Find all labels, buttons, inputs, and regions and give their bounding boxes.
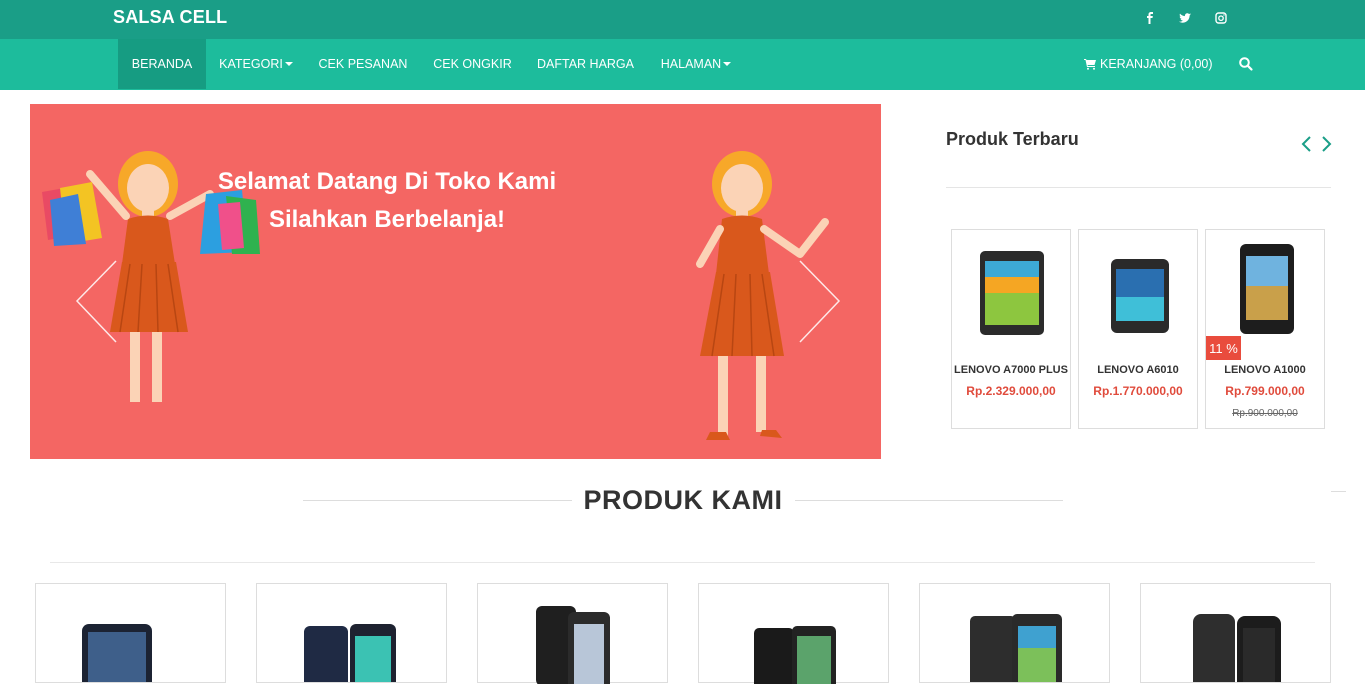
product-price: Rp.799.000,00: [1225, 384, 1305, 398]
product-card[interactable]: [256, 583, 447, 683]
caret-down-icon: [284, 62, 293, 66]
divider: [946, 187, 1331, 188]
divider: [1331, 491, 1346, 492]
product-image: [1240, 244, 1294, 334]
nav-label: KATEGORI: [219, 57, 283, 71]
nav-item-cek-pesanan[interactable]: CEK PESANAN: [306, 39, 420, 89]
latest-next-icon[interactable]: [1319, 135, 1333, 153]
latest-product-card[interactable]: LENOVO A7000 PLUS Rp.2.329.000,00: [951, 229, 1071, 429]
brand-logo[interactable]: SALSA CELL: [113, 7, 227, 28]
cart-label: KERANJANG (0,00): [1100, 57, 1213, 71]
discount-badge: 11 %: [1206, 336, 1241, 360]
nav-label: BERANDA: [131, 57, 193, 71]
latest-products-title: Produk Terbaru: [946, 129, 1079, 149]
facebook-icon[interactable]: [1142, 10, 1158, 26]
nav-label: DAFTAR HARGA: [537, 57, 634, 71]
latest-product-card[interactable]: 11 % LENOVO A1000 Rp.799.000,00 Rp.900.0…: [1205, 229, 1325, 429]
slider-subheadline: Silahkan Berbelanja!: [268, 206, 506, 233]
latest-product-card[interactable]: LENOVO A6010 Rp.1.770.000,00: [1078, 229, 1198, 429]
product-price: Rp.2.329.000,00: [966, 384, 1056, 398]
latest-prev-icon[interactable]: [1300, 135, 1314, 153]
product-name: LENOVO A7000 PLUS: [954, 364, 1068, 376]
divider: [50, 562, 1315, 563]
product-image: [754, 626, 836, 684]
instagram-icon[interactable]: [1213, 10, 1229, 26]
nav-item-daftar-harga[interactable]: DAFTAR HARGA: [525, 39, 646, 89]
nav-label: CEK PESANAN: [318, 57, 408, 71]
product-card[interactable]: [698, 583, 889, 684]
nav-label: CEK ONGKIR: [433, 57, 512, 71]
search-icon[interactable]: [1238, 56, 1254, 72]
cart-icon: [1084, 59, 1096, 70]
product-price: Rp.1.770.000,00: [1093, 384, 1183, 398]
hero-slider[interactable]: Selamat Datang Di Toko Kami Silahkan Ber…: [30, 104, 881, 459]
heading-line: [303, 499, 572, 501]
nav-item-beranda[interactable]: BERANDA: [118, 39, 206, 89]
slider-illustration: [42, 151, 829, 440]
product-card[interactable]: [1140, 583, 1331, 683]
product-card[interactable]: [35, 583, 226, 683]
product-image: [536, 606, 610, 684]
heading-line: [794, 499, 1063, 501]
product-image: [970, 614, 1062, 682]
product-old-price: Rp.900.000,00: [1232, 408, 1298, 419]
nav-item-kategori[interactable]: KATEGORI: [206, 39, 306, 89]
product-image: [980, 251, 1044, 335]
slider-next-icon[interactable]: [798, 259, 848, 344]
slider-headline: Selamat Datang Di Toko Kami: [217, 168, 557, 195]
nav-item-cek-ongkir[interactable]: CEK ONGKIR: [420, 39, 525, 89]
main-navbar: BERANDA KATEGORI CEK PESANAN CEK ONGKIR …: [0, 39, 1365, 90]
product-card[interactable]: [477, 583, 668, 684]
product-image: [82, 624, 152, 682]
slider-prev-icon[interactable]: [74, 259, 124, 344]
product-name: LENOVO A1000: [1224, 364, 1306, 376]
product-image: [1111, 259, 1169, 333]
product-image: [1193, 614, 1281, 682]
caret-down-icon: [723, 62, 732, 66]
twitter-icon[interactable]: [1177, 10, 1193, 26]
product-image: [304, 624, 396, 682]
product-card[interactable]: [919, 583, 1110, 683]
section-title: PRODUK KAMI: [583, 484, 783, 515]
cart-button[interactable]: KERANJANG (0,00): [1084, 39, 1213, 89]
section-heading: PRODUK KAMI: [303, 483, 1063, 517]
top-bar: SALSA CELL: [0, 0, 1365, 39]
nav-item-halaman[interactable]: HALAMAN: [646, 39, 746, 89]
nav-label: HALAMAN: [660, 57, 722, 71]
product-name: LENOVO A6010: [1097, 364, 1179, 376]
